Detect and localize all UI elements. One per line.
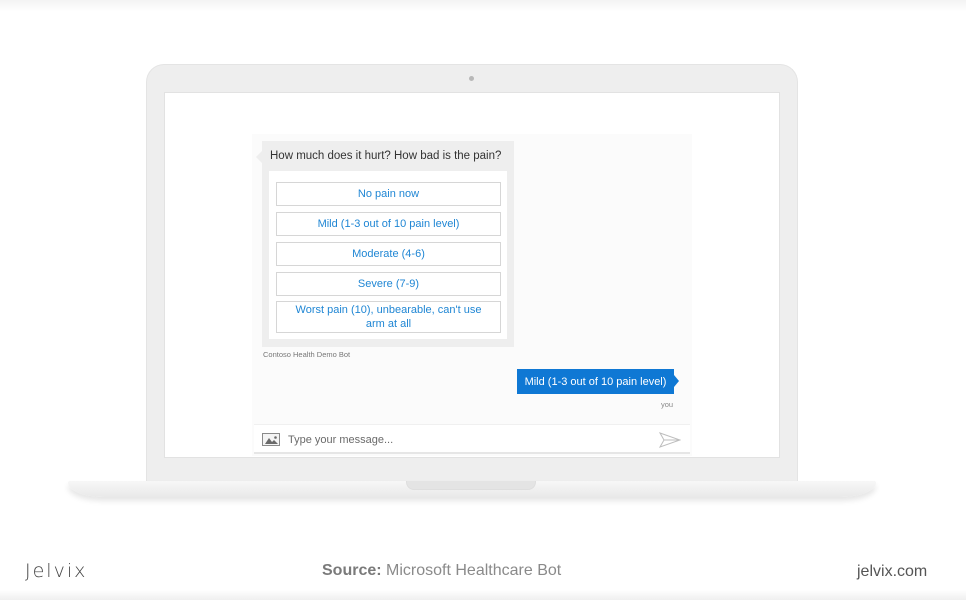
site-link[interactable]: jelvix.com xyxy=(857,563,927,581)
option-mild[interactable]: Mild (1-3 out of 10 pain level) xyxy=(276,212,501,236)
options-list: No pain now Mild (1-3 out of 10 pain lev… xyxy=(269,171,507,339)
option-worst[interactable]: Worst pain (10), unbearable, can't use a… xyxy=(276,301,501,333)
message-input[interactable] xyxy=(288,430,638,450)
image-upload-icon[interactable] xyxy=(262,433,280,446)
bot-name: Contoso Health Demo Bot xyxy=(263,350,351,359)
source-label: Source: xyxy=(322,562,382,579)
camera-icon xyxy=(469,76,474,81)
bot-message-card: How much does it hurt? How bad is the pa… xyxy=(256,141,514,347)
option-moderate[interactable]: Moderate (4-6) xyxy=(276,242,501,266)
bot-question: How much does it hurt? How bad is the pa… xyxy=(270,150,502,162)
user-message: Mild (1-3 out of 10 pain level) xyxy=(517,369,679,394)
message-input-bar xyxy=(254,424,690,454)
option-no-pain[interactable]: No pain now xyxy=(276,182,501,206)
source-value: Microsoft Healthcare Bot xyxy=(386,562,562,579)
laptop-notch xyxy=(406,481,536,490)
brand-logo: Jelvix xyxy=(25,560,88,582)
bottom-fade xyxy=(0,590,966,600)
send-icon[interactable] xyxy=(658,432,682,448)
option-severe[interactable]: Severe (7-9) xyxy=(276,272,501,296)
user-label: you xyxy=(661,400,674,409)
top-fade xyxy=(0,0,966,12)
source-caption: Source: Microsoft Healthcare Bot xyxy=(322,562,561,580)
